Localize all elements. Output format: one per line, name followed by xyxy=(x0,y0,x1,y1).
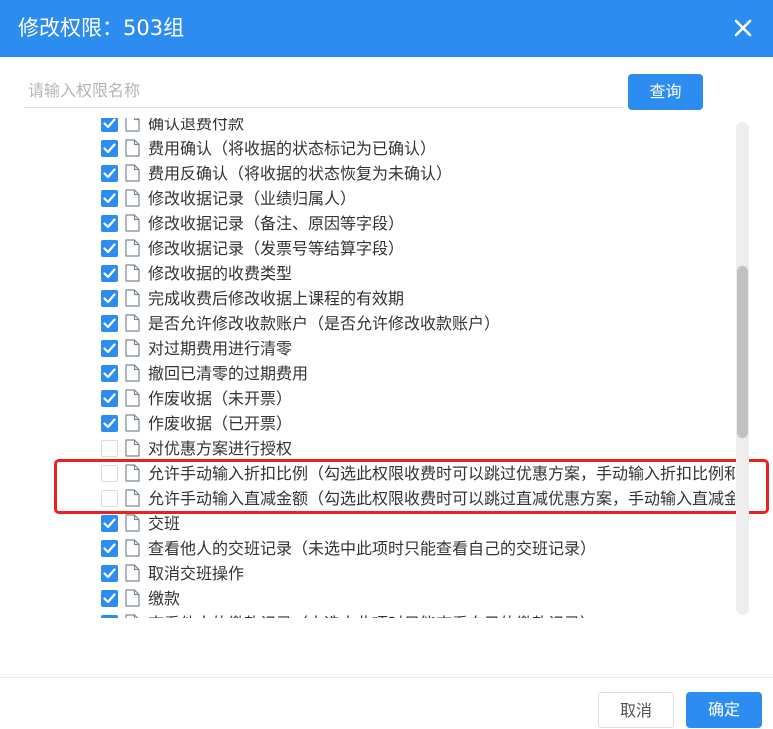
checkbox-checked[interactable] xyxy=(101,515,118,532)
tree-row[interactable]: 完成收费后修改收据上课程的有效期 xyxy=(0,286,735,311)
permission-label: 对过期费用进行清零 xyxy=(148,339,293,358)
checkbox-unchecked[interactable] xyxy=(101,440,118,457)
permission-label: 作废收据（未开票） xyxy=(148,389,293,408)
document-icon xyxy=(125,589,140,607)
search-input[interactable] xyxy=(24,74,624,108)
checkbox-checked[interactable] xyxy=(101,190,118,207)
document-icon xyxy=(125,564,140,582)
permission-tree[interactable]: 确认退费付款费用确认（将收据的状态标记为已确认） 费用反确认（将收据的状态恢复为未… xyxy=(0,118,735,618)
tree-row[interactable]: 是否允许修改收款账户（是否允许修改收款账户） xyxy=(0,311,735,336)
tree-row[interactable]: 交班 xyxy=(0,511,735,536)
tree-row[interactable]: 修改收据记录（备注、原因等字段） xyxy=(0,211,735,236)
checkbox-checked[interactable] xyxy=(101,140,118,157)
tree-row[interactable]: 对过期费用进行清零 xyxy=(0,336,735,361)
document-icon xyxy=(125,314,140,332)
document-icon xyxy=(125,464,140,482)
confirm-button[interactable]: 确定 xyxy=(686,692,762,728)
checkbox-checked[interactable] xyxy=(101,240,118,257)
checkbox-checked[interactable] xyxy=(101,565,118,582)
checkbox-checked[interactable] xyxy=(101,290,118,307)
checkbox-checked[interactable] xyxy=(101,165,118,182)
document-icon xyxy=(125,118,140,132)
document-icon xyxy=(125,514,140,532)
tree-row[interactable]: 确认退费付款 xyxy=(0,118,735,136)
checkbox-checked[interactable] xyxy=(101,590,118,607)
tree-row[interactable]: 费用确认（将收据的状态标记为已确认） xyxy=(0,136,735,161)
dialog-header: 修改权限：503组 xyxy=(0,0,773,57)
permission-label: 确认退费付款 xyxy=(148,118,245,133)
permission-list: 确认退费付款费用确认（将收据的状态标记为已确认） 费用反确认（将收据的状态恢复为未… xyxy=(0,118,735,618)
permission-label: 修改收据记录（业绩归属人） xyxy=(148,189,357,208)
cancel-button[interactable]: 取消 xyxy=(598,692,674,728)
checkbox-unchecked[interactable] xyxy=(101,490,118,507)
tree-row[interactable]: 作废收据（已开票） xyxy=(0,411,735,436)
permission-label: 作废收据（已开票） xyxy=(148,414,293,433)
permission-label: 对优惠方案进行授权 xyxy=(148,439,293,458)
tree-row[interactable]: 修改收据的收费类型 xyxy=(0,261,735,286)
permission-label: 取消交班操作 xyxy=(148,564,245,583)
tree-row[interactable]: 费用反确认（将收据的状态恢复为未确认） xyxy=(0,161,735,186)
tree-row[interactable]: 撤回已清零的过期费用 xyxy=(0,361,735,386)
document-icon xyxy=(125,139,140,157)
document-icon xyxy=(125,264,140,282)
permission-label: 修改收据记录（发票号等结算字段） xyxy=(148,239,405,258)
scrollbar-thumb[interactable] xyxy=(737,266,748,438)
permission-label: 查看他人的缴款记录（未选中此项时只能查看自己的缴款记录） xyxy=(148,611,596,618)
permission-label: 是否允许修改收款账户（是否允许修改收款账户） xyxy=(148,314,501,333)
permission-label: 允许手动输入直减金额（勾选此权限收费时可以跳过直减优惠方案，手动输入直减金 xyxy=(148,489,735,508)
document-icon xyxy=(125,389,140,407)
document-icon xyxy=(125,489,140,507)
checkbox-unchecked[interactable] xyxy=(101,465,118,482)
search-button[interactable]: 查询 xyxy=(628,74,703,110)
document-icon xyxy=(125,539,140,557)
permission-label: 交班 xyxy=(148,514,181,533)
tree-row[interactable]: 修改收据记录（发票号等结算字段） xyxy=(0,236,735,261)
tree-row[interactable]: 作废收据（未开票） xyxy=(0,386,735,411)
document-icon xyxy=(125,339,140,357)
permission-label: 查看他人的交班记录（未选中此项时只能查看自己的交班记录） xyxy=(148,539,597,558)
checkbox-checked[interactable] xyxy=(101,540,118,557)
tree-row[interactable]: 允许手动输入直减金额（勾选此权限收费时可以跳过直减优惠方案，手动输入直减金 xyxy=(0,486,735,511)
checkbox-checked[interactable] xyxy=(101,265,118,282)
footer-divider xyxy=(0,677,773,678)
checkbox-checked[interactable] xyxy=(101,340,118,357)
document-icon xyxy=(125,364,140,382)
close-icon[interactable] xyxy=(729,14,757,42)
permission-label: 费用确认（将收据的状态标记为已确认） xyxy=(148,139,437,158)
permission-label: 修改收据的收费类型 xyxy=(148,264,293,283)
tree-row[interactable]: 允许手动输入折扣比例（勾选此权限收费时可以跳过优惠方案，手动输入折扣比例和 xyxy=(0,461,735,486)
permission-label: 修改收据记录（备注、原因等字段） xyxy=(148,214,405,233)
dialog-title: 修改权限：503组 xyxy=(18,16,185,40)
tree-row[interactable]: 查看他人的缴款记录（未选中此项时只能查看自己的缴款记录） xyxy=(0,611,735,618)
checkbox-checked[interactable] xyxy=(101,415,118,432)
document-icon xyxy=(125,214,140,232)
tree-row[interactable]: 取消交班操作 xyxy=(0,561,735,586)
document-icon xyxy=(125,164,140,182)
document-icon xyxy=(125,439,140,457)
document-icon xyxy=(125,239,140,257)
document-icon xyxy=(125,414,140,432)
document-icon xyxy=(125,614,140,618)
permission-label: 完成收费后修改收据上课程的有效期 xyxy=(148,289,405,308)
tree-row[interactable]: 对优惠方案进行授权 xyxy=(0,436,735,461)
permission-label: 允许手动输入折扣比例（勾选此权限收费时可以跳过优惠方案，手动输入折扣比例和 xyxy=(148,464,735,483)
checkbox-checked[interactable] xyxy=(101,615,118,618)
document-icon xyxy=(125,289,140,307)
tree-row[interactable]: 修改收据记录（业绩归属人） xyxy=(0,186,735,211)
checkbox-checked[interactable] xyxy=(101,215,118,232)
permission-label: 撤回已清零的过期费用 xyxy=(148,364,309,383)
permission-label: 缴款 xyxy=(148,589,181,608)
checkbox-checked[interactable] xyxy=(101,118,118,132)
permission-label: 费用反确认（将收据的状态恢复为未确认） xyxy=(148,164,453,183)
tree-row[interactable]: 缴款 xyxy=(0,586,735,611)
document-icon xyxy=(125,189,140,207)
checkbox-checked[interactable] xyxy=(101,390,118,407)
tree-row[interactable]: 查看他人的交班记录（未选中此项时只能查看自己的交班记录） xyxy=(0,536,735,561)
checkbox-checked[interactable] xyxy=(101,365,118,382)
checkbox-checked[interactable] xyxy=(101,315,118,332)
